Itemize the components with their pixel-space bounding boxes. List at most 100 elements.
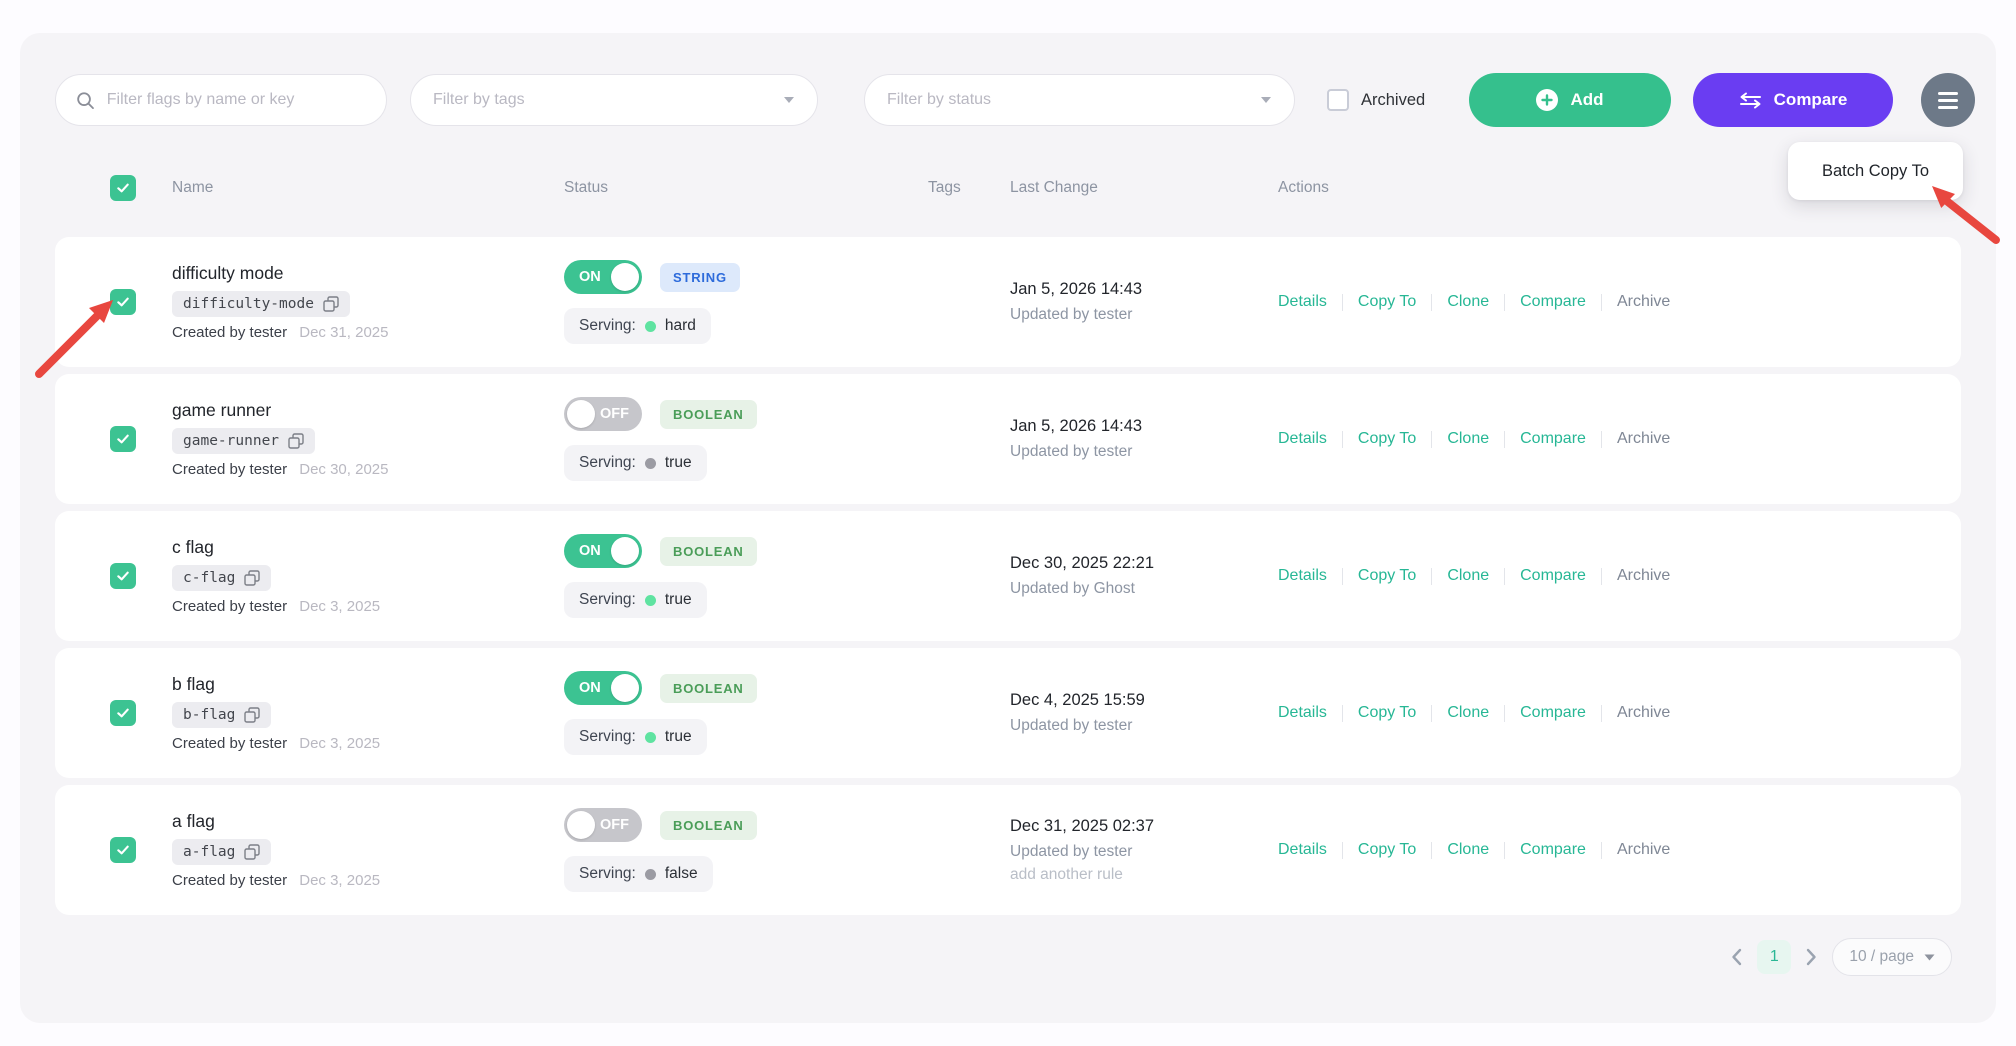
toolbar: Filter by tags Filter by status Archived… (55, 73, 1975, 127)
flag-name: b flag (172, 674, 215, 694)
chevron-down-icon (784, 97, 794, 103)
chevron-left-icon (1732, 948, 1742, 966)
last-change-extra: add another rule (1010, 865, 1123, 883)
pagination: 1 10 / page (1731, 938, 1952, 976)
serving-dot (644, 320, 656, 332)
action-copy-to-link[interactable]: Copy To (1358, 293, 1416, 311)
flag-key: a-flag (183, 844, 236, 860)
copy-icon[interactable] (244, 570, 261, 586)
action-compare-link[interactable]: Compare (1520, 567, 1586, 585)
created-line: Created by tester Dec 3, 2025 (172, 872, 381, 889)
flag-key-pill: a-flag (172, 839, 272, 865)
compare-button-label: Compare (1773, 90, 1848, 109)
row-checkbox[interactable] (110, 426, 136, 452)
row-checkbox[interactable] (110, 837, 136, 863)
header-last-change: Last Change (1010, 179, 1098, 196)
plus-icon (1536, 89, 1559, 111)
action-archive-link[interactable]: Archive (1617, 293, 1670, 311)
action-compare-link[interactable]: Compare (1520, 704, 1586, 722)
copy-icon[interactable] (288, 433, 304, 449)
tags-filter-select[interactable]: Filter by tags (410, 74, 818, 126)
action-details-link[interactable]: Details (1278, 567, 1327, 585)
compare-button[interactable]: Compare (1693, 73, 1893, 127)
action-clone-link[interactable]: Clone (1447, 567, 1489, 585)
updated-by: Updated by tester (1010, 306, 1133, 323)
action-compare-link[interactable]: Compare (1520, 841, 1586, 859)
flag-rows: difficulty mode difficulty-mode Created … (55, 237, 1961, 915)
flag-key-pill: game-runner (172, 428, 316, 454)
action-clone-link[interactable]: Clone (1447, 430, 1489, 448)
flag-table-row: a flag a-flag Created by tester Dec 3, 2… (55, 785, 1961, 915)
type-badge: BOOLEAN (660, 810, 757, 840)
serving-pill: Serving: hard (564, 308, 711, 344)
action-clone-link[interactable]: Clone (1447, 293, 1489, 311)
created-line: Created by tester Dec 30, 2025 (172, 461, 389, 478)
created-line: Created by tester Dec 31, 2025 (172, 324, 389, 341)
copy-icon[interactable] (244, 844, 261, 860)
action-archive-link[interactable]: Archive (1617, 430, 1670, 448)
more-actions-menu-button[interactable] (1921, 73, 1975, 127)
action-details-link[interactable]: Details (1278, 293, 1327, 311)
row-checkbox[interactable] (110, 563, 136, 589)
add-button-label: Add (1570, 90, 1604, 109)
add-button[interactable]: Add (1469, 73, 1671, 127)
type-badge: BOOLEAN (660, 399, 757, 429)
status-toggle[interactable]: ON (564, 671, 642, 705)
action-copy-to-link[interactable]: Copy To (1358, 430, 1416, 448)
action-details-link[interactable]: Details (1278, 841, 1327, 859)
action-archive-link[interactable]: Archive (1617, 704, 1670, 722)
prev-page-button[interactable] (1731, 948, 1742, 966)
header-status: Status (564, 179, 608, 196)
page-size-select[interactable]: 10 / page (1832, 938, 1952, 976)
page-number[interactable]: 1 (1757, 940, 1792, 974)
action-compare-link[interactable]: Compare (1520, 293, 1586, 311)
action-details-link[interactable]: Details (1278, 704, 1327, 722)
flag-key-pill: difficulty-mode (172, 291, 350, 317)
check-icon (117, 434, 129, 444)
action-compare-link[interactable]: Compare (1520, 430, 1586, 448)
copy-icon[interactable] (244, 707, 261, 723)
updated-by: Updated by tester (1010, 842, 1133, 860)
status-toggle[interactable]: OFF (564, 808, 642, 842)
header-tags: Tags (928, 179, 961, 196)
flag-name: game runner (172, 400, 272, 420)
row-checkbox[interactable] (110, 700, 136, 726)
updated-by: Updated by tester (1010, 443, 1133, 460)
action-copy-to-link[interactable]: Copy To (1358, 567, 1416, 585)
action-details-link[interactable]: Details (1278, 430, 1327, 448)
search-input[interactable] (106, 91, 368, 109)
toggle-knob (567, 400, 595, 428)
serving-dot (644, 457, 656, 469)
serving-dot (644, 594, 656, 606)
row-checkbox[interactable] (110, 289, 136, 315)
flag-name: difficulty mode (172, 263, 284, 283)
status-toggle[interactable]: OFF (564, 397, 642, 431)
updated-by: Updated by tester (1010, 717, 1133, 734)
status-toggle[interactable]: ON (564, 260, 642, 294)
next-page-button[interactable] (1806, 948, 1817, 966)
action-copy-to-link[interactable]: Copy To (1358, 841, 1416, 859)
check-icon (117, 708, 129, 718)
status-toggle[interactable]: ON (564, 534, 642, 568)
flag-key-pill: b-flag (172, 702, 272, 728)
flag-key: b-flag (183, 707, 236, 723)
chevron-down-icon (1924, 954, 1935, 960)
check-icon (117, 571, 129, 581)
serving-dot (644, 868, 656, 880)
action-clone-link[interactable]: Clone (1447, 704, 1489, 722)
status-filter-select[interactable]: Filter by status (864, 74, 1295, 126)
batch-copy-menu-item[interactable]: Batch Copy To (1788, 142, 1963, 200)
copy-icon[interactable] (323, 296, 339, 312)
action-archive-link[interactable]: Archive (1617, 841, 1670, 859)
search-icon (77, 91, 94, 109)
type-badge: STRING (660, 262, 740, 292)
action-clone-link[interactable]: Clone (1447, 841, 1489, 859)
flag-key: game-runner (183, 433, 280, 449)
archived-checkbox[interactable] (1327, 89, 1349, 111)
last-change-date: Dec 31, 2025 02:37 (1010, 816, 1155, 835)
last-change-date: Jan 5, 2026 14:43 (1010, 280, 1143, 298)
action-copy-to-link[interactable]: Copy To (1358, 704, 1416, 722)
toggle-knob (611, 263, 639, 291)
select-all-checkbox[interactable] (110, 175, 136, 201)
action-archive-link[interactable]: Archive (1617, 567, 1670, 585)
